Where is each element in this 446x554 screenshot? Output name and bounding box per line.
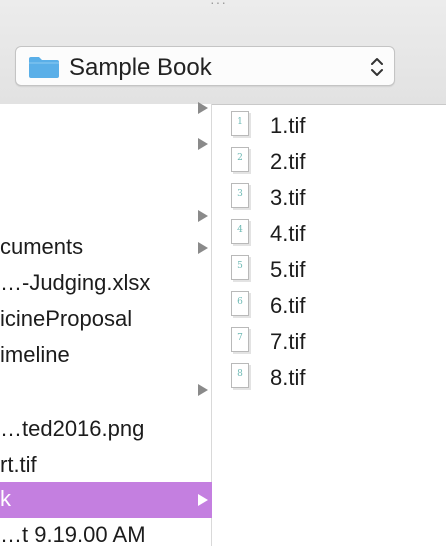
- file-item[interactable]: 1 1.tif: [213, 106, 446, 142]
- file-item[interactable]: 3 3.tif: [213, 178, 446, 214]
- list-item-selected[interactable]: k: [0, 482, 212, 518]
- file-name: 8.tif: [270, 365, 306, 390]
- tif-file-icon: 2: [231, 147, 249, 172]
- list-item[interactable]: …t 9.19.00 AM: [0, 518, 212, 554]
- disclosure-arrow-icon: [198, 102, 208, 114]
- list-item-label: icineProposal: [0, 306, 133, 331]
- list-item[interactable]: [0, 90, 212, 126]
- disclosure-arrow-icon: [198, 494, 208, 506]
- file-item[interactable]: 7 7.tif: [213, 322, 446, 358]
- list-item[interactable]: …-Judging.xlsx: [0, 266, 212, 302]
- file-name: 4.tif: [270, 221, 306, 246]
- list-item-label: …-Judging.xlsx: [0, 270, 151, 295]
- disclosure-arrow-icon: [198, 210, 208, 222]
- list-item-label: k: [0, 486, 11, 511]
- list-item[interactable]: rt.tif: [0, 448, 212, 484]
- file-name: 3.tif: [270, 185, 306, 210]
- tif-file-icon: 7: [231, 327, 249, 352]
- list-item-label: rt.tif: [0, 452, 37, 477]
- file-name: 6.tif: [270, 293, 306, 318]
- tif-file-icon: 4: [231, 219, 249, 244]
- file-name: 5.tif: [270, 257, 306, 282]
- file-item[interactable]: 8 8.tif: [213, 358, 446, 394]
- disclosure-arrow-icon: [198, 138, 208, 150]
- list-item[interactable]: [0, 126, 212, 162]
- file-name: 2.tif: [270, 149, 306, 174]
- list-item[interactable]: [0, 372, 212, 408]
- disclosure-arrow-icon: [198, 384, 208, 396]
- tif-file-icon: 6: [231, 291, 249, 316]
- tif-file-icon: 1: [231, 111, 249, 136]
- path-popup-button[interactable]: Sample Book: [15, 46, 395, 86]
- tif-file-icon: 3: [231, 183, 249, 208]
- file-item[interactable]: 4 4.tif: [213, 214, 446, 250]
- disclosure-arrow-icon: [198, 242, 208, 254]
- chevron-up-down-icon: [371, 58, 383, 76]
- path-popup-label: Sample Book: [69, 54, 212, 81]
- file-name: 1.tif: [270, 113, 306, 138]
- file-item[interactable]: 5 5.tif: [213, 250, 446, 286]
- folder-icon: [29, 57, 59, 78]
- window-title: ···: [210, 0, 227, 10]
- file-item[interactable]: 2 2.tif: [213, 142, 446, 178]
- parent-column[interactable]: cuments …-Judging.xlsx icineProposal ime…: [0, 102, 212, 547]
- list-item[interactable]: …ted2016.png: [0, 412, 212, 448]
- list-item[interactable]: [0, 198, 212, 234]
- list-item-label: cuments: [0, 234, 84, 259]
- list-item-label: imeline: [0, 342, 70, 367]
- folder-contents-column[interactable]: 1 1.tif 2 2.tif 3 3.tif 4 4.tif 5 5.tif …: [213, 104, 446, 546]
- file-name: 7.tif: [270, 329, 306, 354]
- tif-file-icon: 5: [231, 255, 249, 280]
- tif-file-icon: 8: [231, 363, 249, 388]
- list-item[interactable]: cuments: [0, 230, 212, 266]
- list-item-label: …ted2016.png: [0, 416, 145, 441]
- list-item-label: …t 9.19.00 AM: [0, 522, 146, 547]
- file-item[interactable]: 6 6.tif: [213, 286, 446, 322]
- list-item[interactable]: icineProposal: [0, 302, 212, 338]
- list-item[interactable]: imeline: [0, 338, 212, 374]
